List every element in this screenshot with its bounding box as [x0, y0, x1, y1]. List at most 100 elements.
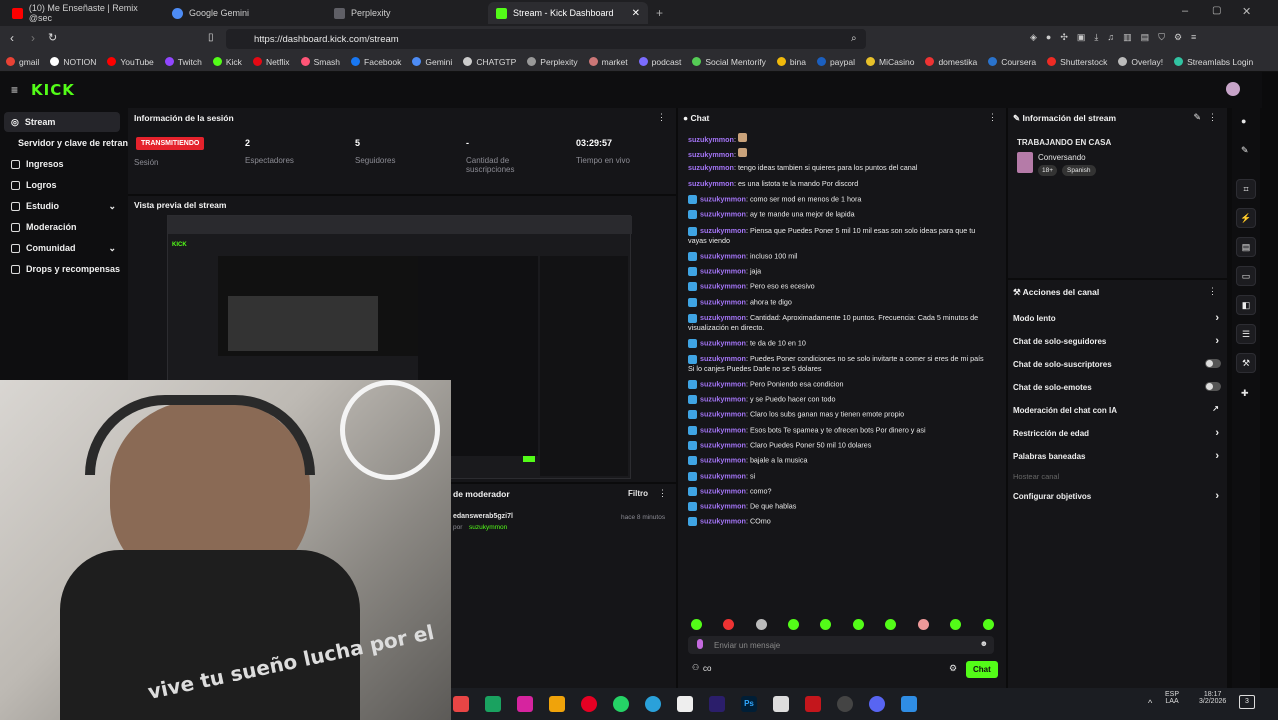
pinterest-icon[interactable] — [581, 696, 597, 712]
bookmark-perplexity[interactable]: Perplexity — [527, 57, 578, 67]
emote-icon[interactable] — [885, 619, 896, 630]
app-icon[interactable] — [453, 696, 469, 712]
action-age-restriction[interactable]: Restricción de edad › — [1013, 427, 1223, 439]
sidebar-item-logros[interactable]: Logros — [0, 175, 124, 195]
settings-icon[interactable]: ⚙ — [1174, 32, 1182, 46]
bookmark-market[interactable]: market — [588, 57, 628, 67]
avatar[interactable] — [1226, 82, 1240, 96]
bookmark-podcast[interactable]: podcast — [638, 57, 681, 67]
emote-icon[interactable] — [950, 619, 961, 630]
kick-logo[interactable]: KICK — [31, 81, 75, 99]
bookmark-netflix[interactable]: Netflix — [252, 57, 290, 67]
record-icon[interactable]: ● — [1241, 116, 1246, 126]
tab-perplexity[interactable]: Perplexity — [326, 2, 486, 24]
capcut-icon[interactable] — [677, 696, 693, 712]
action-emotes-only[interactable]: Chat de solo-emotes — [1013, 382, 1223, 392]
rail-button-3[interactable]: ▤ — [1236, 237, 1256, 257]
file-explorer-icon[interactable] — [549, 696, 565, 712]
rail-button-4[interactable]: ▭ — [1236, 266, 1256, 286]
instagram-icon[interactable] — [517, 696, 533, 712]
emote-icon[interactable] — [983, 619, 994, 630]
sidebar-item-comunidad[interactable]: Comunidad ⌄ — [0, 238, 124, 258]
rail-button-6[interactable]: ☰ — [1236, 324, 1256, 344]
app-icon[interactable] — [805, 696, 821, 712]
maximize-icon[interactable]: ▢ — [1212, 5, 1221, 16]
toggle-switch[interactable] — [1205, 359, 1221, 368]
bookmark-smash[interactable]: Smash — [300, 57, 340, 67]
extension-icon[interactable]: ● — [1046, 32, 1051, 46]
reload-icon[interactable]: ↻ — [48, 31, 57, 44]
close-tab-icon[interactable]: ✕ — [632, 8, 640, 19]
whatsapp-icon[interactable] — [613, 696, 629, 712]
bookmark-youtube[interactable]: YouTube — [107, 57, 154, 67]
bookmark-notion[interactable]: NOTION — [50, 57, 96, 67]
bookmark-icon[interactable]: ▯ — [208, 32, 214, 43]
tray-chevron-icon[interactable]: ^ — [1148, 698, 1152, 708]
tab-gemini[interactable]: Google Gemini — [164, 2, 324, 24]
bookmark-social-mentorify[interactable]: Social Mentorify — [692, 57, 766, 67]
new-tab-icon[interactable]: + — [656, 6, 663, 20]
emote-icon[interactable] — [788, 619, 799, 630]
rail-button-2[interactable]: ⚡ — [1236, 208, 1256, 228]
pencil-icon[interactable]: ✎ — [1241, 145, 1249, 156]
action-ai-moderation[interactable]: Moderación del chat con IA ↗ — [1013, 404, 1223, 415]
hamburger-menu-icon[interactable]: ≡ — [11, 83, 18, 97]
notification-icon[interactable]: 3 — [1239, 695, 1255, 709]
action-subscribers-only[interactable]: Chat de solo-suscriptores — [1013, 359, 1223, 369]
bookmark-gmail[interactable]: gmail — [6, 57, 39, 67]
photoshop-icon[interactable]: Ps — [741, 696, 757, 712]
rail-button-5[interactable]: ◧ — [1236, 295, 1256, 315]
menu-icon[interactable]: ≡ — [1191, 32, 1196, 46]
sidebar-item-estudio[interactable]: Estudio ⌄ — [0, 196, 124, 216]
tab-youtube[interactable]: (10) Me Enseñaste | Remix @sec — [4, 2, 162, 24]
bookmark-twitch[interactable]: Twitch — [164, 57, 202, 67]
action-slow-mode[interactable]: Modo lento › — [1013, 312, 1223, 324]
language-indicator[interactable]: ESP LAA — [1165, 691, 1179, 705]
close-window-icon[interactable]: ✕ — [1242, 5, 1251, 18]
sidebar-icon[interactable]: ▥ — [1123, 32, 1132, 46]
action-followers-only[interactable]: Chat de solo-seguidores › — [1013, 335, 1223, 347]
back-icon[interactable]: ‹ — [10, 31, 14, 45]
excel-icon[interactable] — [485, 696, 501, 712]
chat-settings-icon[interactable]: ⚙ — [949, 663, 957, 674]
sidebar-item-drops[interactable]: Drops y recompensas — [0, 259, 124, 279]
points-icon[interactable]: ⚇ — [692, 663, 699, 672]
more-options-icon[interactable]: ⋮ — [1208, 112, 1217, 123]
app-icon[interactable] — [901, 696, 917, 712]
clock[interactable]: 18:17 3/2/2026 — [1199, 691, 1226, 705]
sidebar-item-stream[interactable]: ◎ Stream — [4, 112, 120, 132]
extension-icon[interactable]: ◈ — [1030, 32, 1037, 46]
bookmark-domestika[interactable]: domestika — [925, 57, 977, 67]
emote-icon[interactable] — [756, 619, 767, 630]
sidebar-item-ingresos[interactable]: Ingresos — [0, 154, 124, 174]
send-chat-button[interactable]: Chat — [966, 661, 998, 678]
notion-icon[interactable] — [773, 696, 789, 712]
emote-icon[interactable] — [723, 619, 734, 630]
music-icon[interactable]: ♫ — [1107, 32, 1114, 46]
emote-icon[interactable] — [853, 619, 864, 630]
sidebar-item-moderacion[interactable]: Moderación — [0, 217, 124, 237]
filter-button[interactable]: Filtro — [628, 489, 648, 498]
action-banned-words[interactable]: Palabras baneadas › — [1013, 450, 1223, 462]
discord-icon[interactable] — [869, 696, 885, 712]
emote-icon[interactable] — [918, 619, 929, 630]
minimize-icon[interactable]: – — [1182, 5, 1188, 17]
rail-button-7[interactable]: ⚒ — [1236, 353, 1256, 373]
emoji-icon[interactable]: ☻ — [980, 639, 988, 648]
url-bar[interactable]: https://dashboard.kick.com/stream — [226, 29, 866, 49]
rail-button-1[interactable]: ⌗ — [1236, 179, 1256, 199]
toggle-switch[interactable] — [1205, 382, 1221, 391]
action-configure-goals[interactable]: Configurar objetivos › — [1013, 490, 1223, 502]
telegram-icon[interactable] — [645, 696, 661, 712]
more-options-icon[interactable]: ⋮ — [1208, 286, 1217, 297]
forward-icon[interactable]: › — [31, 31, 35, 45]
emote-icon[interactable] — [820, 619, 831, 630]
edit-icon[interactable]: ✎ — [1193, 112, 1201, 123]
emote-icon[interactable] — [691, 619, 702, 630]
microphone-icon[interactable] — [697, 639, 703, 649]
more-options-icon[interactable]: ⋮ — [988, 112, 997, 123]
tab-icon[interactable]: ▣ — [1077, 32, 1086, 46]
bookmark-shutterstock[interactable]: Shutterstock — [1047, 57, 1107, 67]
bookmark-facebook[interactable]: Facebook — [351, 57, 401, 67]
sidebar-item-server-key[interactable]: Servidor y clave de retransmisión — [0, 133, 128, 153]
